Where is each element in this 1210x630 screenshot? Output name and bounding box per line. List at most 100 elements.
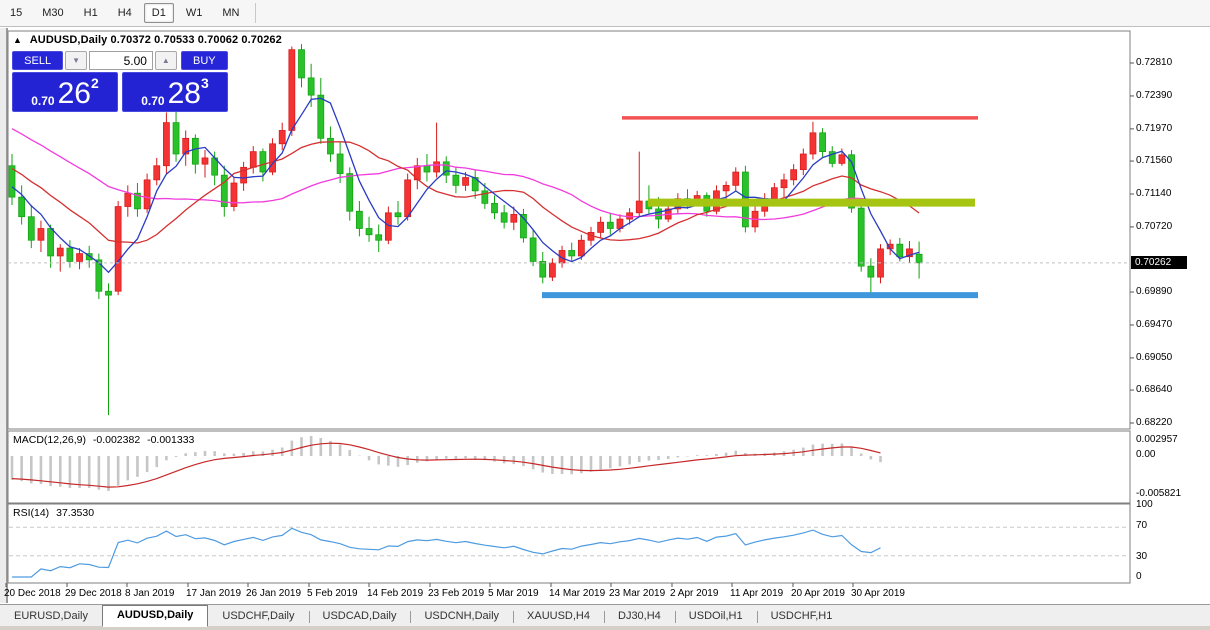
candle-body bbox=[144, 180, 150, 209]
candle-body bbox=[376, 235, 382, 240]
candle-body bbox=[733, 172, 739, 185]
volume-input[interactable] bbox=[89, 51, 153, 70]
candle-body bbox=[492, 203, 498, 212]
chart-tab-bar: EURUSD,DailyAUDUSD,DailyUSDCHF,DailyUSDC… bbox=[0, 604, 1210, 626]
rsi-value: 37.3530 bbox=[56, 507, 94, 519]
candle-body bbox=[530, 238, 536, 262]
date-axis-label: 11 Apr 2019 bbox=[730, 588, 783, 599]
volume-decrease-button[interactable]: ▼ bbox=[65, 51, 87, 70]
chart-tab-dj30-h4[interactable]: DJ30,H4 bbox=[604, 607, 675, 626]
date-axis-label: 5 Mar 2019 bbox=[488, 588, 539, 599]
date-axis-label: 2 Apr 2019 bbox=[670, 588, 718, 599]
rsi-axis-label: 100 bbox=[1136, 499, 1153, 510]
candle-body bbox=[395, 213, 401, 217]
chart-tab-usdcad-daily[interactable]: USDCAD,Daily bbox=[309, 607, 411, 626]
date-axis-label: 30 Apr 2019 bbox=[851, 588, 905, 599]
candle-body bbox=[289, 50, 295, 131]
chart-tab-audusd-daily[interactable]: AUDUSD,Daily bbox=[102, 605, 208, 627]
sell-button[interactable]: SELL bbox=[12, 51, 63, 70]
date-axis-label: 29 Dec 2018 bbox=[65, 588, 122, 599]
candle-body bbox=[125, 193, 131, 206]
rsi-axis-label: 0 bbox=[1136, 571, 1142, 582]
price-axis-label: 0.68640 bbox=[1136, 384, 1172, 395]
candle-body bbox=[723, 185, 729, 190]
candle-body bbox=[781, 180, 787, 188]
candle-body bbox=[897, 244, 903, 257]
candle-body bbox=[453, 175, 459, 185]
buy-price-pips: 28 bbox=[168, 80, 201, 108]
chart-tab-xauusd-h4[interactable]: XAUUSD,H4 bbox=[513, 607, 604, 626]
chart-tab-usdchf-h1[interactable]: USDCHF,H1 bbox=[757, 607, 847, 626]
candle-body bbox=[839, 155, 845, 164]
candle-body bbox=[569, 250, 575, 255]
macd-axis-label: 0.002957 bbox=[1136, 434, 1178, 445]
one-click-trade-panel: SELL ▼ ▲ BUY 0.70 26 2 0.70 28 3 bbox=[12, 51, 228, 112]
candle-body bbox=[791, 170, 797, 180]
terminal-window: 15M30H1H4D1W1MN ▲ AUDUSD,Daily 0.70372 0… bbox=[0, 0, 1210, 630]
candle-body bbox=[366, 228, 372, 234]
macd-label: MACD(12,26,9) bbox=[13, 434, 86, 446]
sell-price-box[interactable]: 0.70 26 2 bbox=[12, 72, 118, 112]
candle-body bbox=[337, 154, 343, 174]
chart-tab-eurusd-daily[interactable]: EURUSD,Daily bbox=[0, 607, 102, 626]
macd-main-value: -0.002382 bbox=[93, 434, 140, 446]
rsi-axis-label: 30 bbox=[1136, 551, 1147, 562]
date-axis-label: 5 Feb 2019 bbox=[307, 588, 358, 599]
candle-body bbox=[19, 197, 25, 217]
candle-body bbox=[356, 211, 362, 228]
macd-signal-value: -0.001333 bbox=[147, 434, 194, 446]
candle-body bbox=[327, 138, 333, 154]
candle-body bbox=[607, 222, 613, 228]
chart-symbol-label: AUDUSD,Daily bbox=[30, 34, 108, 46]
buy-button[interactable]: BUY bbox=[181, 51, 228, 70]
date-axis-label: 17 Jan 2019 bbox=[186, 588, 241, 599]
candle-body bbox=[48, 228, 54, 255]
candle-body bbox=[916, 254, 922, 263]
sell-price-pips: 26 bbox=[58, 80, 91, 108]
candle-body bbox=[800, 154, 806, 170]
date-axis-label: 8 Jan 2019 bbox=[125, 588, 175, 599]
candle-body bbox=[77, 254, 83, 262]
price-axis-label: 0.72390 bbox=[1136, 90, 1172, 101]
candle-body bbox=[511, 214, 517, 222]
price-axis-label: 0.71970 bbox=[1136, 123, 1172, 134]
candle-body bbox=[57, 248, 63, 256]
candle-body bbox=[347, 174, 353, 212]
candle-body bbox=[173, 123, 179, 154]
price-axis-label: 0.72810 bbox=[1136, 57, 1172, 68]
chart-ohlc-values: 0.70372 0.70533 0.70062 0.70262 bbox=[111, 34, 282, 46]
candle-body bbox=[820, 133, 826, 152]
date-axis-label: 14 Mar 2019 bbox=[549, 588, 605, 599]
candle-body bbox=[540, 261, 546, 277]
candle-body bbox=[463, 178, 469, 186]
price-axis-label: 0.71140 bbox=[1136, 188, 1171, 199]
candle-body bbox=[434, 162, 440, 172]
volume-increase-button[interactable]: ▲ bbox=[155, 51, 177, 70]
candle-body bbox=[405, 180, 411, 217]
buy-price-box[interactable]: 0.70 28 3 bbox=[122, 72, 228, 112]
candle-body bbox=[636, 201, 642, 213]
candle-body bbox=[424, 166, 430, 172]
date-axis-label: 23 Mar 2019 bbox=[609, 588, 665, 599]
rsi-caption: RSI(14) 37.3530 bbox=[13, 507, 98, 519]
chevron-up-icon: ▲ bbox=[162, 56, 170, 65]
candle-body bbox=[270, 144, 276, 172]
candle-body bbox=[868, 266, 874, 277]
candle-body bbox=[627, 213, 633, 219]
rsi-axis-label: 70 bbox=[1136, 520, 1147, 531]
buy-price-base: 0.70 bbox=[141, 94, 164, 108]
macd-caption: MACD(12,26,9) -0.002382 -0.001333 bbox=[13, 434, 198, 446]
chart-shift-icon: ▲ bbox=[13, 35, 22, 45]
candle-body bbox=[163, 123, 169, 166]
chart-tab-usdchf-daily[interactable]: USDCHF,Daily bbox=[208, 607, 308, 626]
chart-tab-usdcnh-daily[interactable]: USDCNH,Daily bbox=[410, 607, 513, 626]
candle-body bbox=[771, 188, 777, 199]
candle-body bbox=[202, 158, 208, 164]
candle-body bbox=[106, 291, 112, 295]
chart-tab-usdoil-h1[interactable]: USDOil,H1 bbox=[675, 607, 757, 626]
date-axis-label: 23 Feb 2019 bbox=[428, 588, 484, 599]
candle-body bbox=[260, 152, 266, 172]
rsi-pane bbox=[8, 504, 1130, 583]
buy-price-point: 3 bbox=[201, 75, 209, 91]
date-axis-label: 14 Feb 2019 bbox=[367, 588, 423, 599]
